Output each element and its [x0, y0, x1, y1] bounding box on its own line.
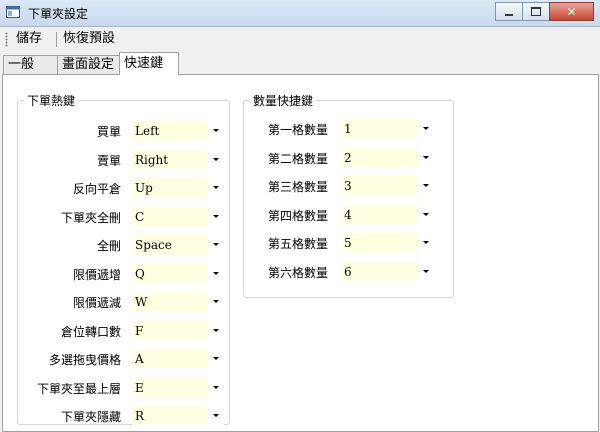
combo-qty-3[interactable]: 3 [341, 176, 434, 195]
row-label-bring-to-front: 下單夾至最上層 [36, 382, 121, 396]
tab-display-settings[interactable]: 畫面設定 [57, 55, 128, 74]
combo-value: R [135, 409, 145, 423]
combo-value: 4 [344, 208, 352, 222]
dropdown-arrow-icon[interactable] [207, 264, 224, 283]
combo-qty-5[interactable]: 5 [341, 233, 434, 252]
combo-value: E [135, 381, 144, 395]
dropdown-arrow-icon[interactable] [417, 176, 434, 195]
row-label-reverse-close: 反向平倉 [72, 182, 121, 196]
combo-value: 6 [344, 265, 352, 279]
dropdown-arrow-icon[interactable] [207, 121, 224, 140]
save-button[interactable]: 儲存 [14, 30, 44, 48]
window-title: 下單夾設定 [28, 7, 89, 21]
dropdown-arrow-icon[interactable] [207, 178, 224, 197]
row-label-clear-folder: 下單夾全刪 [60, 211, 121, 225]
combo-value: W [135, 295, 148, 309]
dropdown-arrow-icon[interactable] [207, 349, 224, 368]
combo-buy[interactable]: Left [132, 121, 224, 140]
tab-general[interactable]: 一般 [3, 55, 59, 74]
close-icon: ✕ [566, 4, 577, 19]
combo-value: F [135, 324, 144, 338]
combo-reverse-close[interactable]: Up [132, 178, 224, 197]
row-label-qty-6: 第六格數量 [267, 266, 328, 280]
combo-qty-4[interactable]: 4 [341, 205, 434, 224]
dropdown-arrow-icon[interactable] [207, 150, 224, 169]
combo-value: Right [135, 153, 169, 167]
combo-clear-all[interactable]: Space [132, 235, 224, 254]
dropdown-arrow-icon[interactable] [207, 406, 224, 425]
row-label-qty-4: 第四格數量 [267, 209, 328, 223]
minimize-icon [505, 13, 513, 16]
window-controls: ✕ [495, 2, 594, 21]
quantity-hotkeys-title: 數量快捷鍵 [250, 92, 317, 109]
combo-value: A [135, 352, 144, 366]
dropdown-arrow-icon[interactable] [417, 205, 434, 224]
tab-panel-hotkeys: 下單熱鍵 買單 Left 賣單 Right 反向平倉 Up 下單夾全刪 C 全刪… [2, 74, 599, 432]
row-label-limit-decrease: 限價遞減 [72, 296, 121, 310]
maximize-icon [531, 7, 541, 16]
dropdown-arrow-icon[interactable] [417, 262, 434, 281]
combo-value: Up [135, 181, 153, 195]
order-hotkeys-group: 下單熱鍵 買單 Left 賣單 Right 反向平倉 Up 下單夾全刪 C 全刪… [17, 92, 230, 425]
toolbar-grip-icon[interactable] [5, 32, 8, 47]
row-label-qty-2: 第二格數量 [267, 152, 328, 166]
maximize-button[interactable] [522, 2, 550, 21]
dropdown-arrow-icon[interactable] [207, 292, 224, 311]
dropdown-arrow-icon[interactable] [207, 378, 224, 397]
combo-limit-increase[interactable]: Q [132, 264, 224, 283]
app-icon [6, 6, 20, 18]
title-bar: 下單夾設定 ✕ [0, 0, 600, 27]
combo-qty-1[interactable]: 1 [341, 119, 434, 138]
row-label-limit-increase: 限價遞增 [72, 268, 121, 282]
row-label-sell: 賣單 [96, 154, 121, 168]
combo-value: 5 [344, 236, 352, 250]
combo-value: Space [135, 238, 172, 252]
combo-value: 2 [344, 151, 352, 165]
tab-hotkeys[interactable]: 快速鍵 [119, 52, 179, 75]
combo-value: Left [135, 124, 160, 138]
combo-hide-folder[interactable]: R [132, 406, 224, 425]
dropdown-arrow-icon[interactable] [207, 321, 224, 340]
minimize-button[interactable] [495, 2, 523, 21]
dropdown-arrow-icon[interactable] [417, 148, 434, 167]
row-label-qty-5: 第五格數量 [267, 237, 328, 251]
order-hotkeys-title: 下單熱鍵 [24, 92, 79, 109]
combo-multi-drag-price[interactable]: A [132, 349, 224, 368]
restore-defaults-button[interactable]: 恢復預設 [61, 30, 117, 48]
row-label-multi-drag-price: 多選拖曳價格 [48, 353, 121, 367]
combo-value: C [135, 210, 145, 224]
combo-bring-to-front[interactable]: E [132, 378, 224, 397]
row-label-qty-3: 第三格數量 [267, 180, 328, 194]
tab-strip: 一般 畫面設定 快速鍵 [0, 52, 600, 75]
dropdown-arrow-icon[interactable] [417, 119, 434, 138]
combo-qty-2[interactable]: 2 [341, 148, 434, 167]
dropdown-arrow-icon[interactable] [207, 207, 224, 226]
toolbar-separator [56, 32, 57, 47]
combo-value: Q [135, 267, 145, 281]
combo-clear-folder[interactable]: C [132, 207, 224, 226]
combo-limit-decrease[interactable]: W [132, 292, 224, 311]
dropdown-arrow-icon[interactable] [417, 233, 434, 252]
toolbar: 儲存 恢復預設 [0, 27, 600, 52]
row-label-buy: 買單 [96, 125, 121, 139]
row-label-clear-all: 全刪 [96, 239, 121, 253]
combo-qty-6[interactable]: 6 [341, 262, 434, 281]
row-label-hide-folder: 下單夾隱藏 [60, 410, 121, 424]
row-label-position-to-lots: 倉位轉口數 [60, 325, 121, 339]
quantity-hotkeys-group: 數量快捷鍵 第一格數量 1 第二格數量 2 第三格數量 3 第四格數量 4 第五… [243, 92, 454, 298]
combo-position-to-lots[interactable]: F [132, 321, 224, 340]
combo-value: 3 [344, 179, 352, 193]
close-button[interactable]: ✕ [549, 2, 594, 21]
dropdown-arrow-icon[interactable] [207, 235, 224, 254]
row-label-qty-1: 第一格數量 [267, 123, 328, 137]
combo-sell[interactable]: Right [132, 150, 224, 169]
combo-value: 1 [344, 122, 352, 136]
